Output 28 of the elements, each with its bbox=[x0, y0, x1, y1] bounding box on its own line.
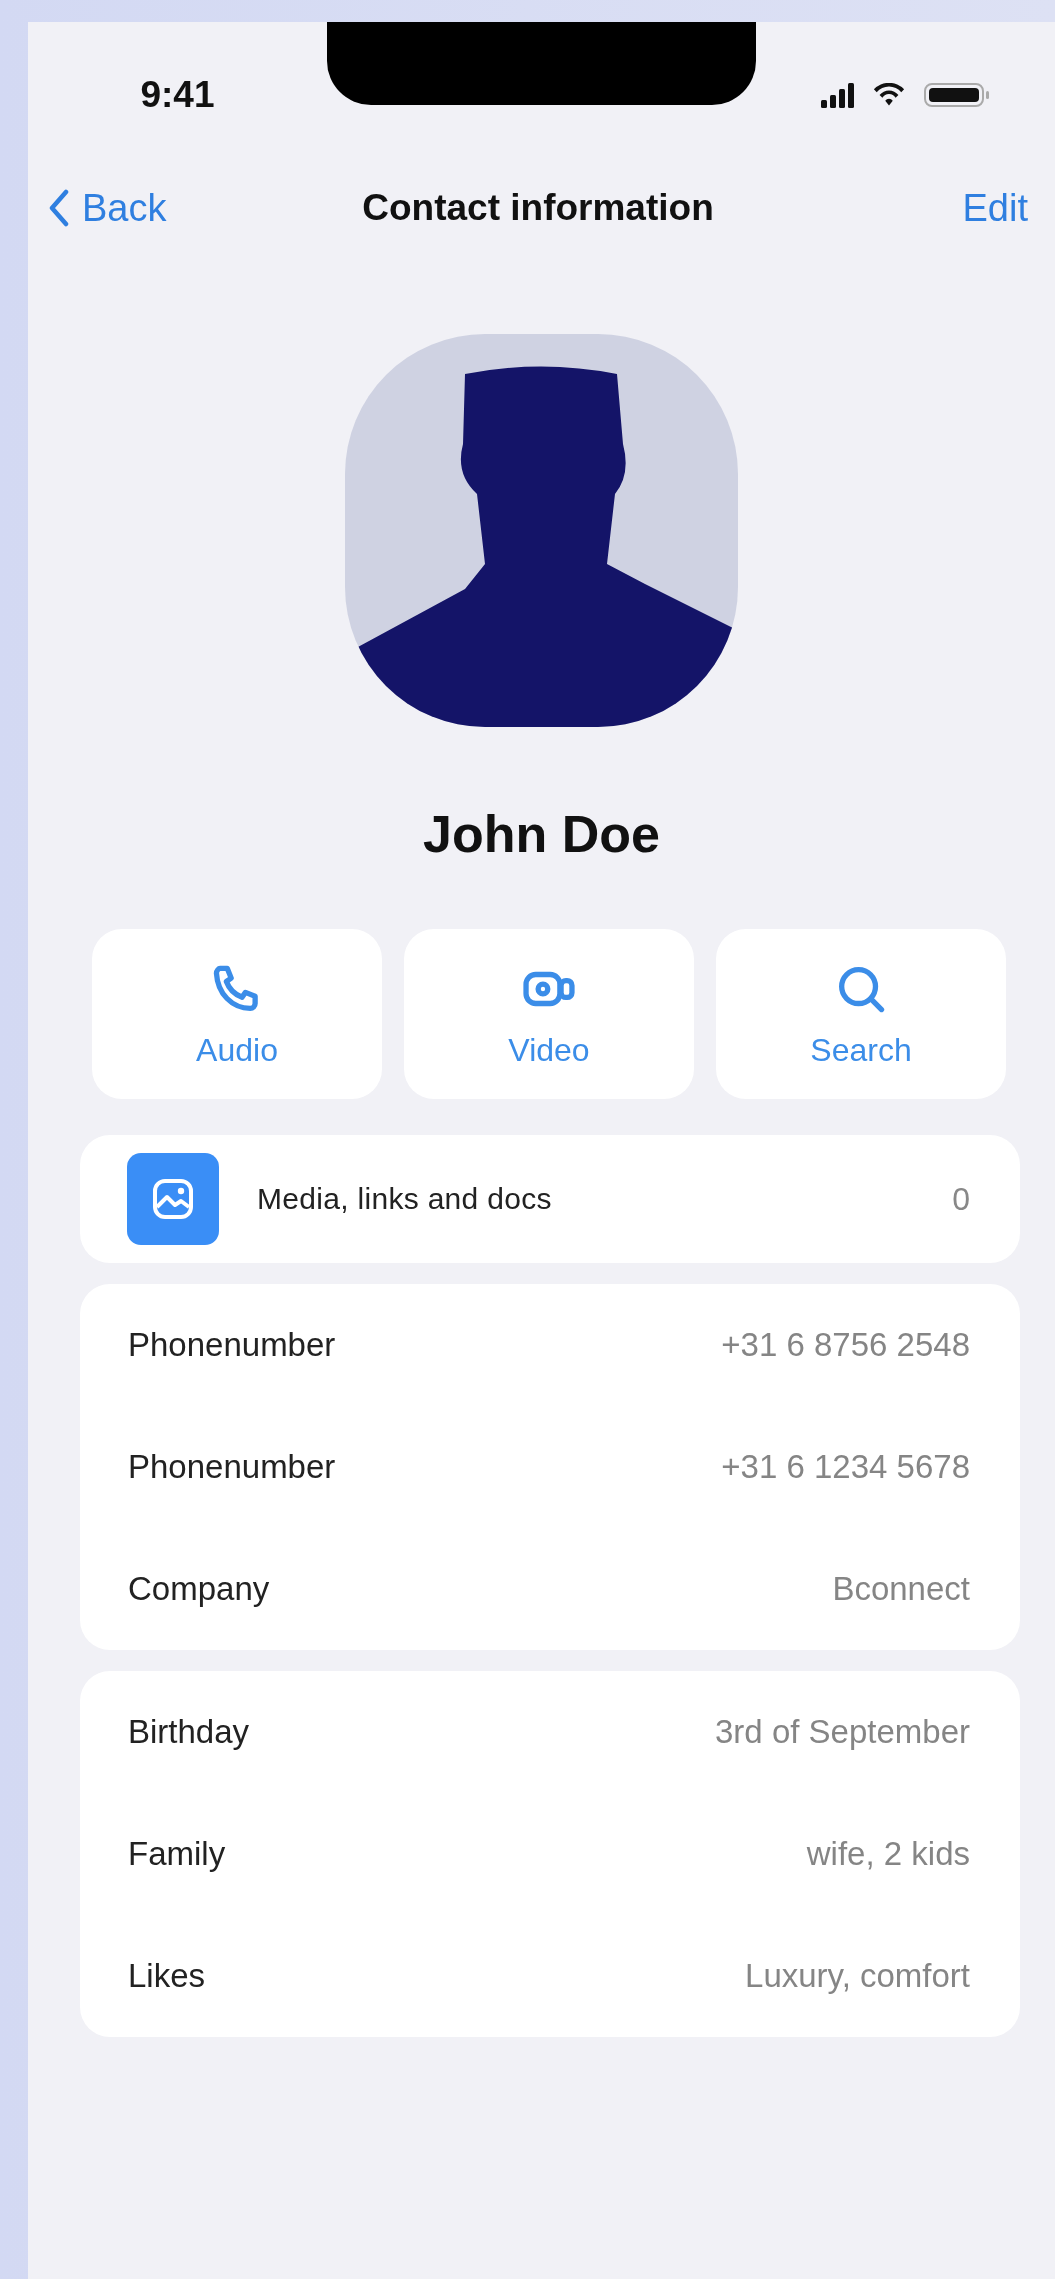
contact-name: John Doe bbox=[422, 804, 661, 865]
field-value: Luxury, comfort bbox=[745, 1957, 970, 1996]
wifi-icon bbox=[872, 82, 906, 107]
field-label: Phonenumber bbox=[128, 1326, 336, 1365]
field-label: Likes bbox=[128, 1957, 206, 1996]
video-action-button[interactable]: Video bbox=[404, 929, 694, 1100]
field-value: +31 6 1234 5678 bbox=[721, 1448, 970, 1487]
field-value: Bconnect bbox=[832, 1570, 970, 1609]
field-label: Birthday bbox=[128, 1713, 250, 1752]
field-value: wife, 2 kids bbox=[806, 1835, 970, 1874]
page-title: Contact information bbox=[362, 187, 714, 229]
media-row[interactable]: Media, links and docs 0 bbox=[80, 1135, 1020, 1264]
media-label: Media, links and docs bbox=[257, 1182, 553, 1217]
field-label: Company bbox=[128, 1570, 270, 1609]
field-label: Phonenumber bbox=[128, 1448, 336, 1487]
signal-icon bbox=[821, 81, 854, 108]
field-value: 3rd of September bbox=[715, 1713, 970, 1752]
battery-icon bbox=[924, 82, 990, 107]
field-label: Family bbox=[128, 1835, 226, 1874]
field-value: +31 6 8756 2548 bbox=[721, 1326, 970, 1365]
edit-button[interactable]: Edit bbox=[962, 186, 1028, 230]
back-button[interactable]: Back bbox=[48, 186, 167, 230]
status-time: 9:41 bbox=[140, 73, 215, 116]
chevron-left-icon bbox=[48, 189, 70, 227]
audio-action-button[interactable]: Audio bbox=[92, 929, 382, 1100]
gallery-icon bbox=[127, 1153, 219, 1246]
media-count: 0 bbox=[952, 1180, 970, 1218]
search-action-button[interactable]: Search bbox=[716, 929, 1006, 1100]
